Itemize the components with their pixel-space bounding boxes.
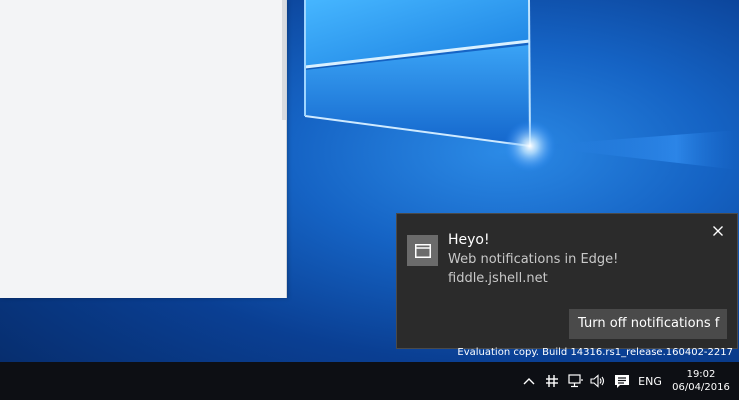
clock-time: 19:02	[686, 369, 716, 380]
notification-source: fiddle.jshell.net	[448, 271, 548, 286]
evaluation-watermark: Evaluation copy. Build 14316.rs1_release…	[457, 347, 733, 358]
notification-title: Heyo!	[448, 232, 490, 248]
notification-toast[interactable]: Heyo! Web notifications in Edge! fiddle.…	[396, 213, 738, 349]
volume-icon[interactable]	[589, 362, 607, 400]
clock-date: 06/04/2016	[672, 382, 730, 393]
network-settings-icon[interactable]	[543, 362, 561, 400]
wallpaper-light-beam	[530, 130, 739, 170]
close-icon[interactable]	[709, 222, 727, 240]
desktop: Heyo! Web notifications in Edge! fiddle.…	[0, 0, 739, 400]
chevron-up-icon[interactable]	[520, 362, 538, 400]
network-icon[interactable]	[566, 362, 586, 400]
notification-body: Web notifications in Edge!	[448, 252, 619, 267]
scrollbar[interactable]	[282, 0, 286, 120]
taskbar: ENG 19:02 06/04/2016	[0, 362, 739, 400]
action-center-icon[interactable]	[612, 362, 632, 400]
wallpaper-glow	[504, 120, 556, 172]
browser-window-icon	[407, 235, 438, 266]
clock[interactable]: 19:02 06/04/2016	[668, 362, 734, 400]
browser-window[interactable]	[0, 0, 286, 298]
turn-off-notifications-button[interactable]: Turn off notifications f	[569, 309, 727, 339]
language-indicator[interactable]: ENG	[636, 362, 664, 400]
